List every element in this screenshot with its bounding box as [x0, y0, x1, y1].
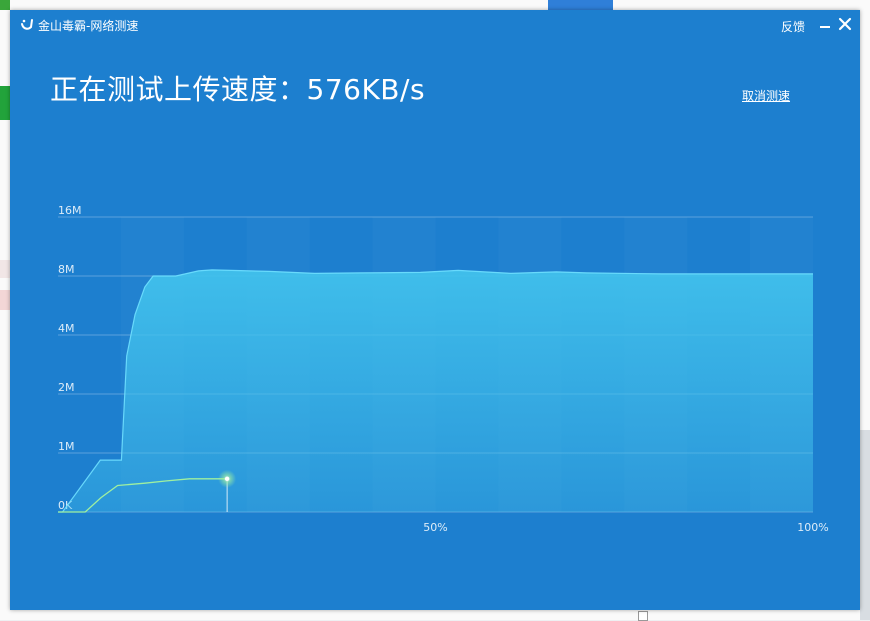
- y-tick-label: 2M: [58, 381, 75, 394]
- y-tick-label: 1M: [58, 440, 75, 453]
- background-green-button: [0, 86, 10, 120]
- y-tick-label: 8M: [58, 263, 75, 276]
- background-green-badge: [0, 0, 10, 10]
- y-tick-label: 16M: [58, 204, 82, 217]
- upload-cursor-point: [224, 476, 230, 482]
- background-red-item: [0, 290, 10, 310]
- background-top-strip: [10, 0, 870, 10]
- speed-chart: 16M8M4M2M1M0K50% 100%: [58, 204, 829, 534]
- x-tick-label: 50%: [423, 521, 447, 534]
- x-tick-label: 100%: [797, 521, 828, 534]
- background-blue-button: [548, 0, 613, 10]
- speed-test-window: 金山毒霸-网络测速 反馈 正在测试上传速度：576KB/s 取消测速 16M 8M…: [10, 10, 860, 610]
- background-bottom-strip: [10, 610, 860, 621]
- background-red-item: [0, 260, 10, 278]
- background-right-panel-dark: [860, 430, 870, 620]
- download-area: [58, 269, 813, 512]
- y-tick-label: 4M: [58, 322, 75, 335]
